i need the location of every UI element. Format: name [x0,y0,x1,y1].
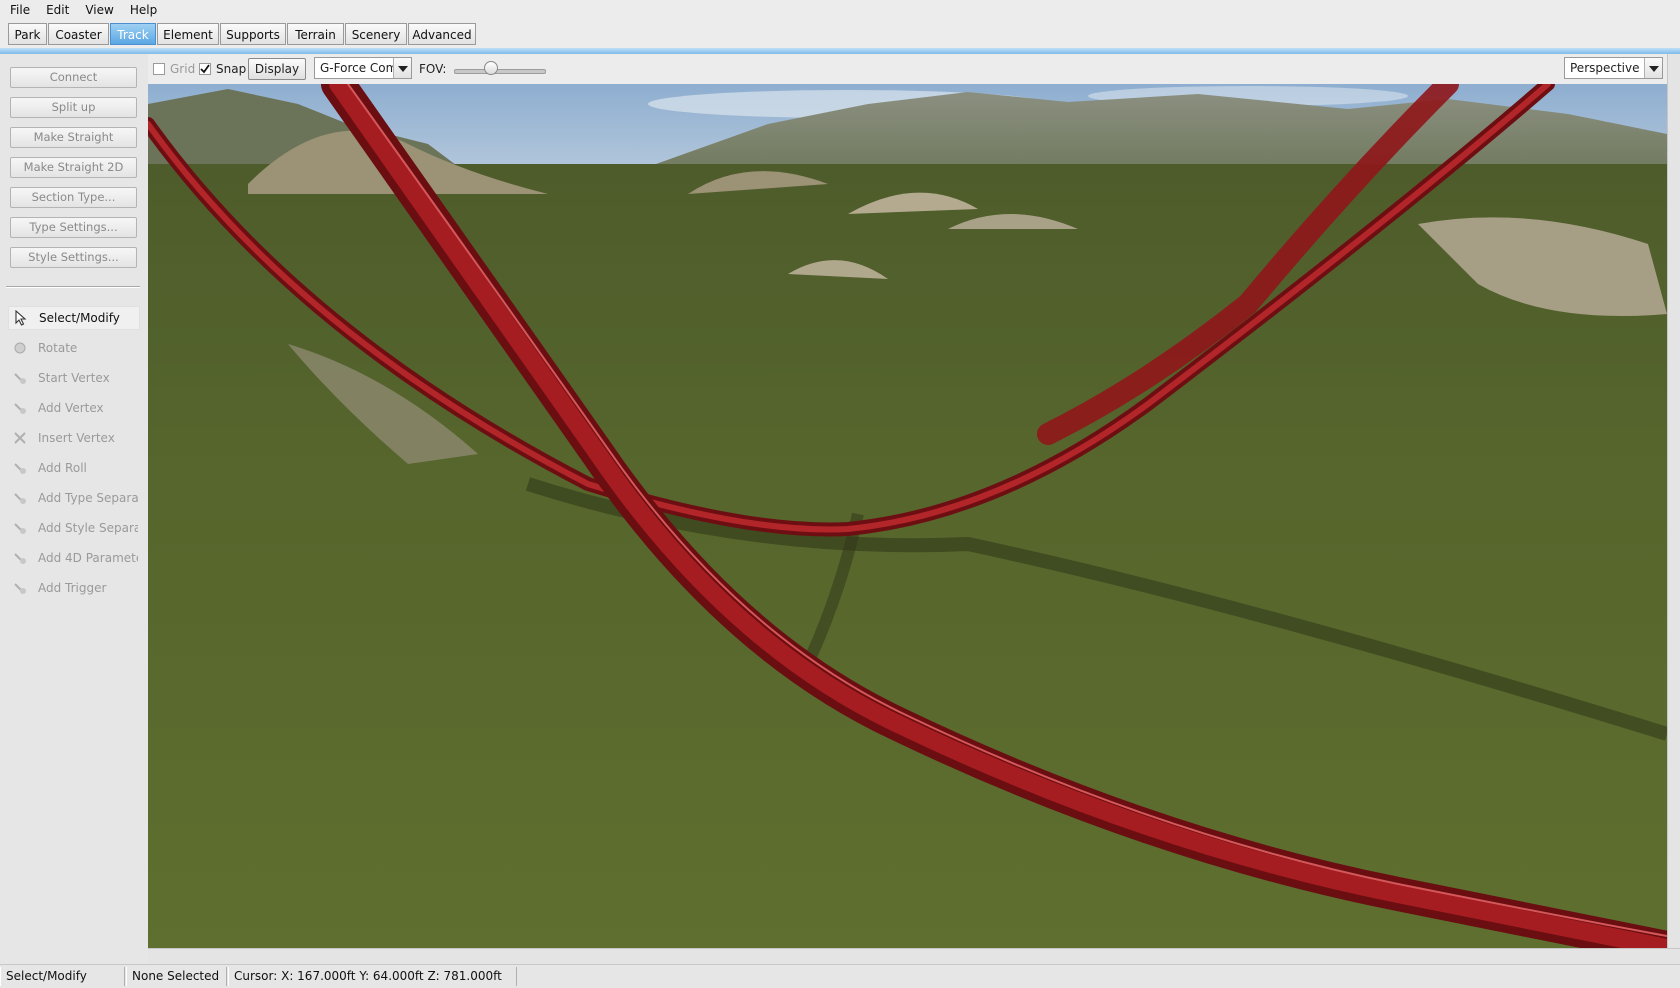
make-straight-button[interactable]: Make Straight [10,127,137,148]
viewport-vertical-scrollbar[interactable] [1667,54,1680,948]
start-vertex-icon [12,370,28,386]
tab-element[interactable]: Element [157,23,219,45]
status-selection: None Selected [126,967,227,986]
tool-add-style-separator[interactable]: Add Style Separator [8,516,140,540]
tab-scenery[interactable]: Scenery [345,23,407,45]
connect-button[interactable]: Connect [10,67,137,88]
tool-add-type-separator[interactable]: Add Type Separator [8,486,140,510]
tab-supports[interactable]: Supports [220,23,286,45]
tool-label: Select/Modify [39,311,120,325]
fov-label: FOV: [419,62,447,76]
tool-label: Add Roll [38,461,87,475]
menu-file[interactable]: File [0,3,36,17]
grid-label: Grid [170,62,196,76]
tool-add-4d-parameter[interactable]: Add 4D Parameter [8,546,140,570]
fov-slider-track[interactable] [454,69,546,74]
panel-divider [6,286,140,288]
viewport-toolbar: Grid Snap Display G-Force Comb FOV: Pers… [148,54,1680,84]
split-up-button[interactable]: Split up [10,97,137,118]
snap-checkbox[interactable] [199,63,211,75]
trigger-icon [12,580,28,596]
tool-label: Add Type Separator [38,491,138,505]
tool-label: Start Vertex [38,371,110,385]
chevron-down-icon [1644,58,1662,78]
status-bar: Select/Modify None Selected Cursor: X: 1… [0,964,1680,988]
tool-add-roll[interactable]: Add Roll [8,456,140,480]
tool-insert-vertex[interactable]: Insert Vertex [8,426,140,450]
type-settings-button[interactable]: Type Settings... [10,217,137,238]
track-tools-panel: Connect Split up Make Straight Make Stra… [0,54,148,964]
tab-track[interactable]: Track [110,23,156,45]
cursor-arrow-icon [13,310,29,326]
insert-vertex-icon [12,430,28,446]
rotate-icon [12,340,28,356]
tool-label: Add Style Separator [38,521,138,535]
style-settings-button[interactable]: Style Settings... [10,247,137,268]
graph-select[interactable]: G-Force Comb [314,57,412,79]
grid-checkbox[interactable] [153,63,165,75]
tool-select-modify[interactable]: Select/Modify [8,306,140,330]
tab-coaster[interactable]: Coaster [48,23,109,45]
tab-bar: Park Coaster Track Element Supports Terr… [0,20,1680,48]
section-type-button[interactable]: Section Type... [10,187,137,208]
menu-help[interactable]: Help [120,3,163,17]
add-roll-icon [12,460,28,476]
status-mode: Select/Modify [0,967,125,986]
tool-add-vertex[interactable]: Add Vertex [8,396,140,420]
tool-label: Insert Vertex [38,431,115,445]
snap-label: Snap [216,62,247,76]
type-separator-icon [12,490,28,506]
checkmark-icon [200,64,210,74]
tab-park[interactable]: Park [8,23,47,45]
chevron-down-icon [393,58,411,78]
menu-edit[interactable]: Edit [36,3,75,17]
tab-advanced[interactable]: Advanced [408,23,476,45]
tool-label: Add Trigger [38,581,107,595]
3d-viewport[interactable] [148,84,1667,948]
tool-add-trigger[interactable]: Add Trigger [8,576,140,600]
tab-terrain[interactable]: Terrain [287,23,344,45]
tool-start-vertex[interactable]: Start Vertex [8,366,140,390]
tool-label: Add Vertex [38,401,104,415]
add-vertex-icon [12,400,28,416]
tool-rotate[interactable]: Rotate [8,336,140,360]
status-cursor-position: Cursor: X: 167.000ft Y: 64.000ft Z: 781.… [228,967,517,986]
camera-mode-select[interactable]: Perspective [1564,57,1663,79]
menu-bar: File Edit View Help [0,0,1680,20]
style-separator-icon [12,520,28,536]
menu-view[interactable]: View [75,3,119,17]
viewport-horizontal-scrollbar[interactable] [148,948,1680,964]
scene-render [148,84,1667,948]
camera-mode-value: Perspective [1570,61,1640,75]
tool-label: Add 4D Parameter [38,551,138,565]
4d-parameter-icon [12,550,28,566]
make-straight-2d-button[interactable]: Make Straight 2D [10,157,137,178]
tool-label: Rotate [38,341,78,355]
fov-slider-knob[interactable] [484,61,498,75]
display-button[interactable]: Display [248,58,306,80]
